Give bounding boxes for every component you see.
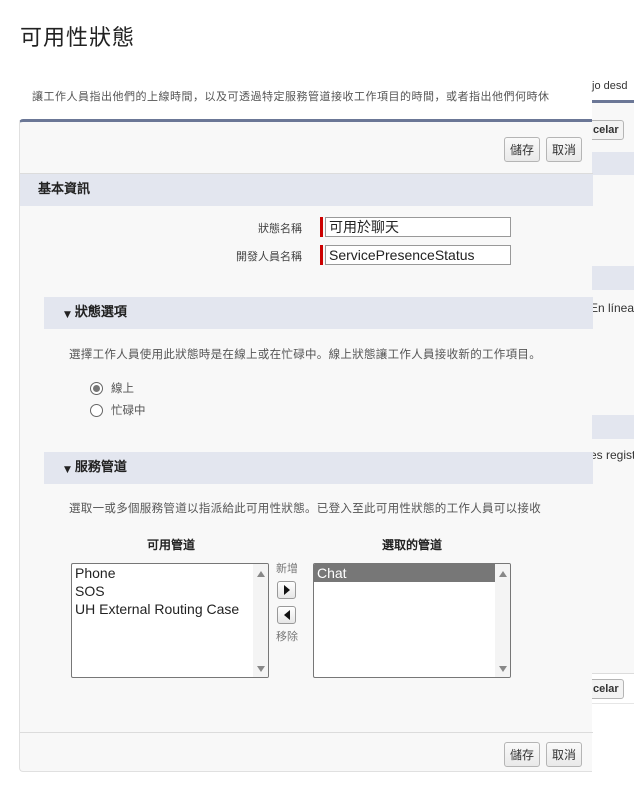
background-online-fragment: En línea — [590, 301, 634, 315]
radio-label: 忙碌中 — [111, 403, 146, 417]
required-indicator — [320, 217, 323, 237]
list-item[interactable]: Phone — [72, 564, 268, 582]
scroll-down-icon[interactable] — [257, 666, 265, 672]
status-name-input[interactable] — [325, 217, 511, 237]
divider — [20, 732, 593, 733]
remove-label: 移除 — [276, 630, 298, 643]
remove-channel-button[interactable] — [277, 606, 296, 624]
background-divider — [592, 703, 634, 704]
service-channels-description: 選取一或多個服務管道以指派給此可用性狀態。已登入至此可用性狀態的工作人員可以接收 — [69, 501, 541, 515]
list-item[interactable]: SOS — [72, 582, 268, 600]
scrollbar[interactable] — [495, 564, 510, 677]
scroll-up-icon[interactable] — [257, 571, 265, 577]
save-button-top[interactable]: 儲存 — [503, 137, 540, 162]
save-button-bottom[interactable]: 儲存 — [503, 742, 540, 767]
background-panel — [592, 103, 634, 673]
radio-option-online[interactable]: 線上 — [90, 380, 134, 396]
section-service-channels-title: 服務管道 — [74, 460, 127, 475]
section-basic-info-header: 基本資訊 — [20, 174, 593, 206]
add-channel-button[interactable] — [277, 581, 296, 599]
radio-option-busy[interactable]: 忙碌中 — [90, 402, 146, 418]
selected-channels-listbox[interactable]: Chat — [313, 563, 511, 678]
page-title: 可用性狀態 — [20, 26, 136, 51]
arrow-left-icon — [283, 610, 290, 620]
developer-name-label: 開發人員名稱 — [236, 250, 302, 263]
status-options-description: 選擇工作人員使用此狀態時是在線上或在忙碌中。線上狀態讓工作人員接收新的工作項目。 — [69, 347, 541, 361]
available-channels-label: 可用管道 — [147, 538, 196, 552]
section-status-options-header[interactable]: ▼ 狀態選項 — [44, 297, 593, 329]
scrollbar[interactable] — [253, 564, 268, 677]
required-indicator — [320, 245, 323, 265]
radio-label: 線上 — [111, 381, 134, 395]
selected-channels-label: 選取的管道 — [382, 538, 443, 552]
available-channels-listbox[interactable]: Phone SOS UH External Routing Case — [71, 563, 269, 678]
radio-button-selected[interactable] — [90, 381, 103, 395]
add-label: 新增 — [276, 562, 298, 575]
scroll-down-icon[interactable] — [499, 666, 507, 672]
developer-name-input[interactable] — [325, 245, 511, 265]
section-status-options-title: 狀態選項 — [74, 305, 127, 320]
page-description: 讓工作人員指出他們的上線時間，以及可透過特定服務管道接收工作項目的時間，或者指出… — [32, 91, 550, 103]
collapse-triangle-icon: ▼ — [64, 465, 71, 475]
background-section-header — [592, 415, 634, 439]
background-section-header — [592, 266, 634, 290]
section-service-channels-header[interactable]: ▼ 服務管道 — [44, 452, 593, 484]
background-section-header — [592, 152, 634, 175]
top-button-bar: 儲存 取消 — [503, 137, 582, 162]
background-cancel-button-top[interactable]: celar — [588, 120, 624, 140]
background-cancel-button-bottom[interactable]: celar — [588, 679, 624, 699]
background-description-fragment: jo desd — [592, 80, 628, 92]
arrow-right-icon — [283, 585, 290, 595]
cancel-button-bottom[interactable]: 取消 — [545, 742, 582, 767]
list-item[interactable]: UH External Routing Case — [72, 600, 268, 618]
edit-panel: 儲存 取消 基本資訊 狀態名稱 開發人員名稱 ▼狀態選項 選擇工作人員使用此狀態… — [19, 119, 593, 772]
status-name-label: 狀態名稱 — [258, 222, 302, 235]
cancel-button-top[interactable]: 取消 — [545, 137, 582, 162]
bottom-button-bar: 儲存 取消 — [503, 742, 582, 767]
list-item-selected[interactable]: Chat — [314, 564, 495, 582]
radio-button[interactable] — [90, 403, 103, 417]
scroll-up-icon[interactable] — [499, 571, 507, 577]
background-divider — [592, 673, 634, 674]
background-registered-fragment: es regist — [590, 448, 634, 462]
collapse-triangle-icon: ▼ — [64, 310, 71, 320]
